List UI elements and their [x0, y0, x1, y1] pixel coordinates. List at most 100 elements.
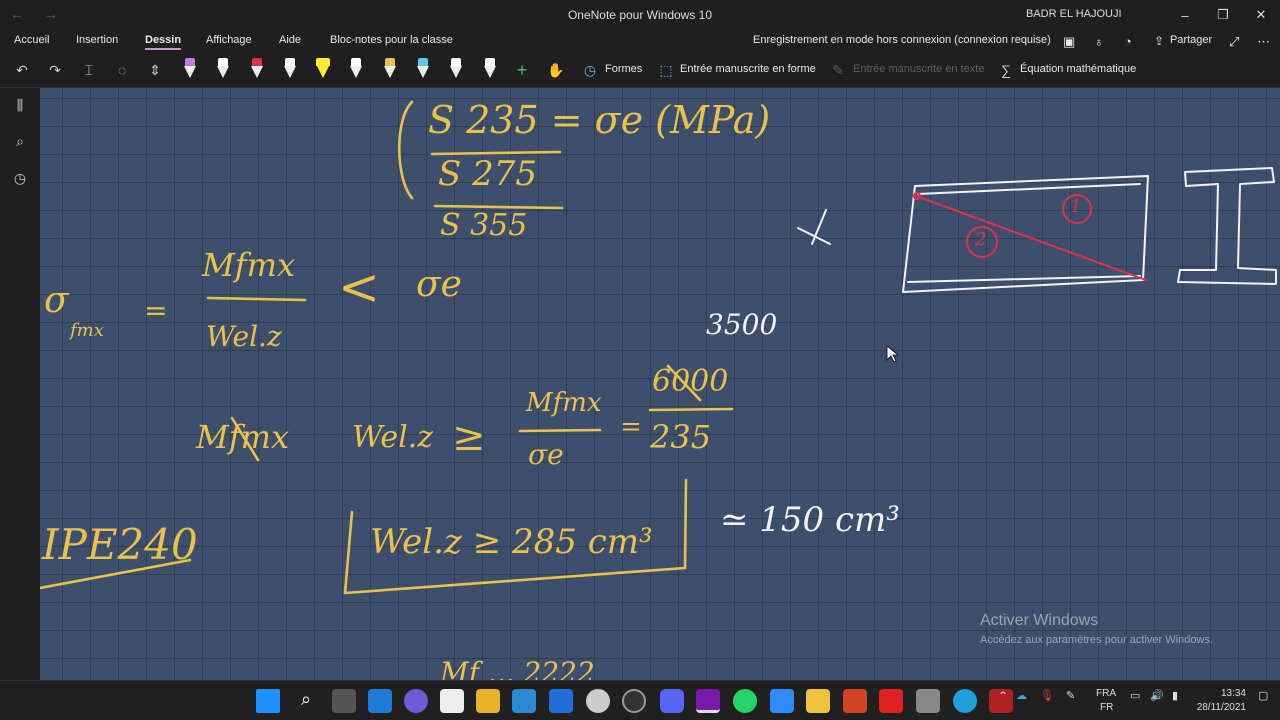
- note-sigma-sub: fmx: [70, 320, 104, 341]
- recent-icon[interactable]: ◷: [11, 170, 29, 188]
- tab-insertion[interactable]: Insertion: [76, 34, 118, 46]
- note-boxed-result: Wel.z ≥ 285 cm³: [370, 522, 653, 562]
- tab-dessin[interactable]: Dessin: [145, 34, 182, 50]
- lang-fra[interactable]: FRA: [1096, 688, 1116, 699]
- microphone-icon[interactable]: 🎙: [1040, 689, 1054, 702]
- fraction-bar-2: [518, 428, 602, 433]
- shapes-icon[interactable]: ◷: [580, 60, 600, 80]
- redo-icon[interactable]: ↷: [45, 60, 65, 80]
- sync-status: Enregistrement en mode hors connexion (c…: [753, 34, 1051, 46]
- note-bottom-partial: Mf ... 2222: [440, 656, 595, 680]
- search-icon[interactable]: ⌕: [11, 133, 29, 151]
- math-equation-button[interactable]: Équation mathématique: [1020, 63, 1136, 75]
- taskbar-clock[interactable]: 13:34 28/11/2021: [1197, 687, 1246, 715]
- volume-icon[interactable]: 🔊: [1150, 689, 1164, 702]
- snipping-tool-icon[interactable]: [916, 689, 940, 713]
- fraction-bar-1: [206, 296, 307, 302]
- undo-icon[interactable]: ↶: [12, 60, 32, 80]
- note-sigma: σ: [44, 280, 69, 321]
- task-view-icon[interactable]: [332, 689, 356, 713]
- more-icon[interactable]: ⋯: [1257, 34, 1270, 50]
- title-bar: ← → OneNote pour Windows 10 BADR EL HAJO…: [0, 0, 1280, 30]
- discord-icon[interactable]: [660, 689, 684, 713]
- ink-to-shape-button[interactable]: Entrée manuscrite en forme: [680, 63, 816, 75]
- onedrive-icon[interactable]: ☁: [1016, 689, 1027, 702]
- pen-purple[interactable]: [183, 58, 197, 82]
- highlighter-yellow[interactable]: [316, 58, 330, 82]
- lightbulb-icon[interactable]: ♁: [1094, 34, 1104, 49]
- clock-app-icon[interactable]: [586, 689, 610, 713]
- pen-red-selected[interactable]: [250, 58, 264, 82]
- file-explorer-icon[interactable]: [476, 689, 500, 713]
- pen-white-5[interactable]: [483, 58, 497, 82]
- tray-chevron-icon[interactable]: ⌃: [998, 689, 1008, 703]
- whatsapp-icon[interactable]: [733, 689, 757, 713]
- mouse-cursor: [886, 345, 900, 363]
- note-s355: S 355: [440, 208, 528, 243]
- note-ipe: IPE240: [42, 520, 198, 569]
- note-frac-den: σe: [528, 438, 564, 471]
- powerpoint-icon[interactable]: [843, 689, 867, 713]
- start-icon[interactable]: [256, 689, 280, 713]
- pen-tray-icon[interactable]: ✎: [1066, 689, 1075, 702]
- lasso-icon[interactable]: ◌: [112, 60, 132, 80]
- clock-date: 28/11/2021: [1196, 702, 1246, 713]
- space-icon[interactable]: ⇕: [145, 60, 165, 80]
- text-select-icon[interactable]: ⌶: [79, 60, 99, 80]
- note-s235: S 235 = σe (MPa): [428, 98, 771, 142]
- note-approx: ≃ 150 cm³: [720, 500, 900, 540]
- user-name[interactable]: BADR EL HAJOUJI: [1026, 8, 1122, 20]
- tab-bloc-notes-classe[interactable]: Bloc-notes pour la classe: [330, 34, 453, 46]
- note-mf: Mfmx: [202, 246, 295, 284]
- lang-fr[interactable]: FR: [1100, 702, 1113, 713]
- bell-icon[interactable]: ◔: [1124, 34, 1132, 49]
- pen-white-3[interactable]: [349, 58, 363, 82]
- tab-affichage[interactable]: Affichage: [206, 34, 252, 46]
- pen-cyan[interactable]: [416, 58, 430, 82]
- watermark-title: Activer Windows: [980, 612, 1099, 629]
- battery-icon[interactable]: ▮: [1172, 689, 1178, 702]
- share-icon[interactable]: ⇪: [1154, 34, 1164, 48]
- note-val-num-new: 3500: [706, 308, 778, 341]
- ink-replay-icon[interactable]: ✋: [546, 60, 566, 80]
- edge-icon[interactable]: [953, 689, 977, 713]
- chatgpt-icon[interactable]: [622, 689, 646, 713]
- pen-white-4[interactable]: [449, 58, 463, 82]
- math-icon[interactable]: ∑: [996, 60, 1016, 80]
- onenote-icon[interactable]: [696, 689, 720, 713]
- pen-white[interactable]: [216, 58, 230, 82]
- shapes-button[interactable]: Formes: [605, 63, 642, 75]
- close-button[interactable]: ✕: [1242, 0, 1280, 30]
- minimize-button[interactable]: –: [1166, 0, 1204, 30]
- windows-taskbar: ⌕ ⌃ ☁ 🎙 ✎ FRA FR ▭ 🔊 ▮ 13:34 28/11/2021 …: [0, 680, 1280, 720]
- zoom-icon[interactable]: [770, 689, 794, 713]
- pen-white-2[interactable]: [283, 58, 297, 82]
- store-icon[interactable]: [512, 689, 536, 713]
- note-eq-1: =: [144, 294, 168, 327]
- rar-icon[interactable]: [806, 689, 830, 713]
- notebooks-icon[interactable]: ⫼: [11, 97, 29, 115]
- network-icon[interactable]: ▭: [1130, 689, 1140, 702]
- note-mark-2: 2: [975, 229, 987, 250]
- notebook-icon[interactable]: ▣: [1063, 34, 1075, 50]
- note-canvas[interactable]: S 235 = σe (MPa) S 275 S 355 σ fmx = Mfm…: [40, 88, 1280, 680]
- pen-gold[interactable]: [383, 58, 397, 82]
- diagonal-red: [915, 195, 1147, 281]
- clock-time: 13:34: [1220, 688, 1246, 699]
- notion-icon[interactable]: [440, 689, 464, 713]
- fullscreen-icon[interactable]: ⤢: [1229, 34, 1239, 50]
- add-pen-icon[interactable]: +: [512, 60, 532, 80]
- notifications-icon[interactable]: ▢: [1258, 689, 1268, 702]
- share-button[interactable]: Partager: [1170, 34, 1212, 46]
- note-val-den: 235: [650, 418, 712, 456]
- acrobat-icon[interactable]: [879, 689, 903, 713]
- widgets-icon[interactable]: [368, 689, 392, 713]
- search-taskbar-icon[interactable]: ⌕: [294, 689, 318, 713]
- tab-aide[interactable]: Aide: [279, 34, 301, 46]
- ink-to-shape-icon[interactable]: ⬚: [656, 60, 676, 80]
- tab-accueil[interactable]: Accueil: [14, 34, 49, 46]
- mail-icon[interactable]: [549, 689, 573, 713]
- teams-chat-icon[interactable]: [404, 689, 428, 713]
- section-inner-line: [917, 183, 1141, 195]
- maximize-button[interactable]: ❐: [1204, 0, 1242, 30]
